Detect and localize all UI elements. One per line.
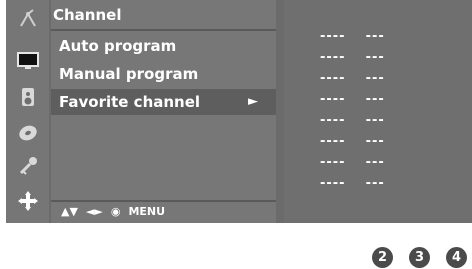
menu-item-manual-program[interactable]: Manual program: [51, 61, 276, 87]
list-item[interactable]: ---- ---: [320, 92, 385, 108]
channel-menu: Channel Auto program Manual program Favo…: [51, 0, 276, 223]
favorite-channel-list: ---- --- ---- --- ---- --- ---- --- ----…: [284, 0, 472, 223]
channel-name: ---: [365, 176, 385, 191]
channel-number: ----: [320, 155, 346, 170]
tv-osd: Channel Auto program Manual program Favo…: [6, 0, 472, 223]
menu-item-label: Favorite channel: [59, 93, 201, 111]
channel-number: ----: [320, 134, 346, 149]
channel-number: ----: [320, 113, 346, 128]
step-badge: 3: [409, 247, 430, 268]
channel-number: ----: [320, 50, 346, 65]
channel-number: ----: [320, 71, 346, 86]
channel-name: ---: [365, 92, 385, 107]
list-item[interactable]: ---- ---: [320, 134, 385, 150]
list-item[interactable]: ---- ---: [320, 155, 385, 171]
menu-title-divider: [51, 29, 276, 31]
channel-name: ---: [365, 134, 385, 149]
menu-item-label: Manual program: [59, 65, 199, 83]
antenna-icon[interactable]: [12, 6, 43, 32]
speaker-icon[interactable]: [12, 84, 43, 110]
step-badges: 2 3 4: [372, 247, 467, 268]
list-item[interactable]: ---- ---: [320, 113, 385, 129]
menu-item-label: Auto program: [59, 37, 177, 55]
list-item[interactable]: ---- ---: [320, 29, 385, 45]
step-badge: 4: [446, 247, 467, 268]
menu-item-auto-program[interactable]: Auto program: [51, 33, 276, 59]
ok-icon: ◉: [110, 205, 121, 218]
channel-name: ---: [365, 29, 385, 44]
screen-icon[interactable]: [12, 47, 43, 73]
icon-column: [6, 0, 49, 223]
key-icon[interactable]: [12, 154, 43, 180]
menu-item-favorite-channel[interactable]: Favorite channel ►: [51, 89, 276, 115]
channel-name: ---: [365, 113, 385, 128]
menu-hint-bar: ▲▼ ◄► ◉ MENU: [61, 203, 165, 221]
submenu-arrow-icon: ►: [248, 94, 258, 109]
step-badge: 2: [372, 247, 393, 268]
menu-title: Channel: [53, 6, 122, 24]
leftright-arrows-icon: ◄►: [85, 205, 103, 218]
updown-arrows-icon: ▲▼: [61, 205, 78, 218]
menu-bottom-divider: [51, 200, 276, 202]
list-item[interactable]: ---- ---: [320, 71, 385, 87]
list-item[interactable]: ---- ---: [320, 50, 385, 66]
channel-name: ---: [365, 50, 385, 65]
list-item[interactable]: ---- ---: [320, 176, 385, 192]
channel-name: ---: [365, 155, 385, 170]
move-icon[interactable]: [12, 188, 43, 214]
channel-number: ----: [320, 29, 346, 44]
channel-name: ---: [365, 71, 385, 86]
disc-icon[interactable]: [12, 120, 43, 146]
menu-hint-label: MENU: [128, 205, 166, 218]
channel-number: ----: [320, 176, 346, 191]
channel-number: ----: [320, 92, 346, 107]
